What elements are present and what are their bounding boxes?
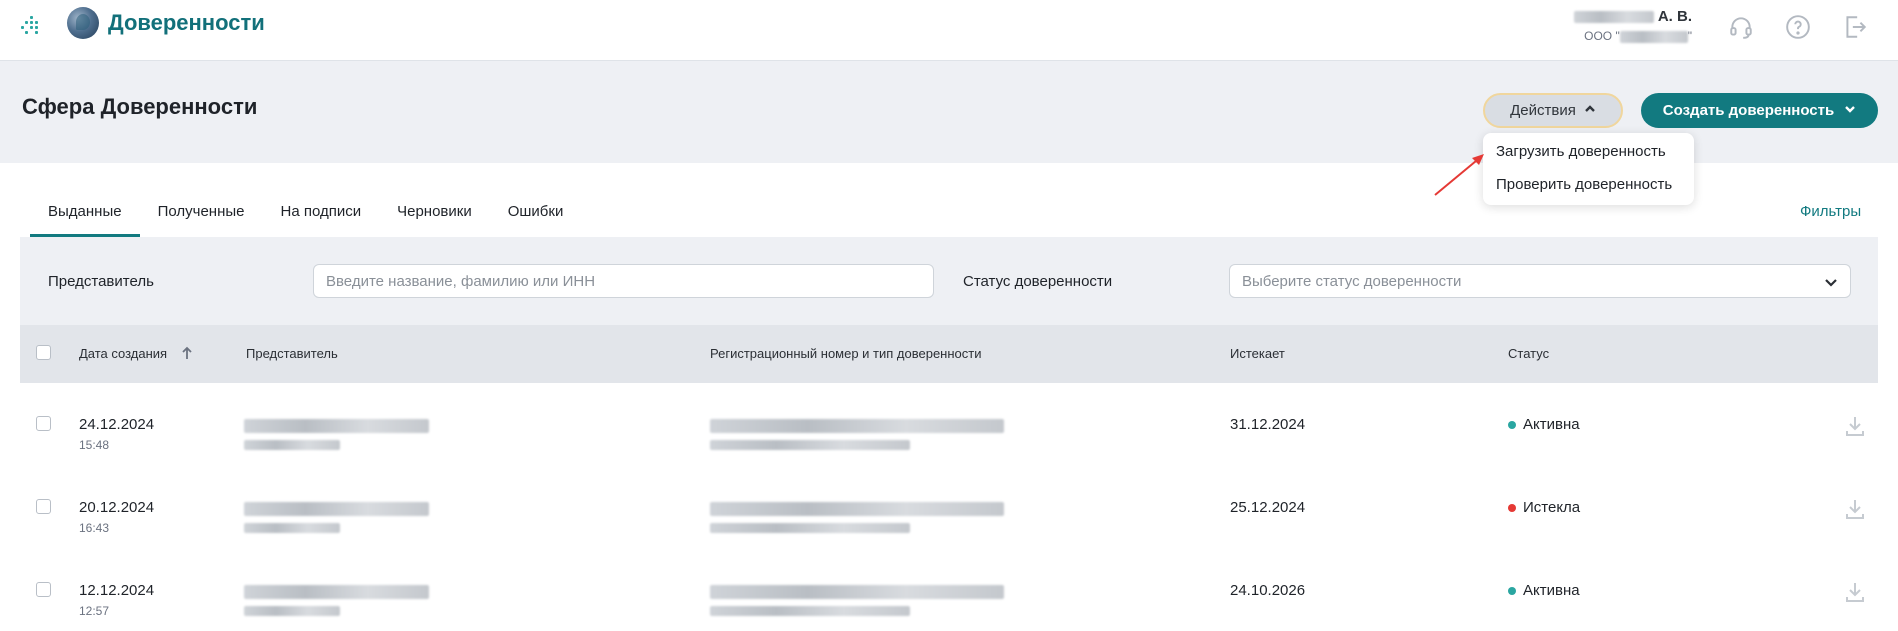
representative-redacted [244, 523, 340, 533]
representative-redacted [244, 419, 429, 433]
table-row[interactable]: 20.12.2024 16:43 25.12.2024 Истекла [20, 466, 1878, 548]
reg-number-redacted [710, 440, 910, 450]
representative-placeholder: Введите название, фамилию или ИНН [326, 273, 596, 290]
row-checkbox[interactable] [36, 582, 51, 597]
actions-dropdown-menu: Загрузить доверенность Проверить доверен… [1483, 133, 1694, 205]
user-org: ООО " " [1574, 29, 1692, 43]
tab-issued[interactable]: Выданные [30, 193, 140, 237]
status-label: Статус доверенности [963, 273, 1113, 290]
tab-errors[interactable]: Ошибки [490, 193, 582, 237]
sort-up-icon [182, 346, 192, 359]
column-header-expires: Истекает [1230, 346, 1285, 361]
column-created-label: Дата создания [79, 346, 168, 361]
filters-link[interactable]: Фильтры [1800, 203, 1861, 220]
status-placeholder: Выберите статус доверенности [1242, 273, 1462, 290]
download-icon[interactable] [1843, 414, 1867, 438]
row-time: 12:57 [79, 604, 110, 618]
help-icon[interactable] [1785, 14, 1811, 40]
column-header-representative: Представитель [246, 346, 338, 361]
row-expires: 31.12.2024 [1230, 416, 1306, 433]
select-all-checkbox[interactable] [36, 345, 51, 360]
logout-icon[interactable] [1842, 14, 1868, 40]
row-time: 16:43 [79, 521, 110, 535]
top-header: Доверенности А. В. ООО " " [0, 0, 1898, 61]
app-logo [67, 7, 99, 39]
tab-for-signing[interactable]: На подписи [262, 193, 379, 237]
status-text: Истекла [1523, 499, 1581, 516]
status-badge: Активна [1508, 582, 1580, 599]
status-dot [1508, 503, 1516, 512]
column-header-status: Статус [1508, 346, 1550, 361]
tab-received[interactable]: Полученные [140, 193, 263, 237]
create-button-label: Создать доверенность [1662, 102, 1835, 119]
table-row[interactable]: 24.12.2024 15:48 31.12.2024 Активна [20, 383, 1878, 465]
chevron-up-icon [1584, 102, 1596, 119]
annotation-arrow-icon [1434, 154, 1484, 196]
representative-redacted [244, 585, 429, 599]
user-profile[interactable]: А. В. ООО " " [1573, 8, 1692, 43]
row-date: 20.12.2024 [79, 499, 155, 516]
row-expires: 25.12.2024 [1230, 499, 1306, 516]
actions-button-label: Действия [1510, 102, 1576, 119]
chevron-down-icon [1824, 275, 1838, 293]
representative-redacted [244, 440, 340, 450]
reg-number-redacted [710, 606, 910, 616]
row-checkbox[interactable] [36, 499, 51, 514]
row-date: 24.12.2024 [79, 416, 155, 433]
representative-redacted [244, 502, 429, 516]
status-text: Активна [1523, 582, 1580, 599]
row-checkbox[interactable] [36, 416, 51, 431]
representative-search-input[interactable]: Введите название, фамилию или ИНН [313, 264, 934, 298]
page-title: Сфера Доверенности [22, 94, 258, 119]
status-dot [1508, 420, 1516, 429]
reg-number-redacted [710, 502, 1004, 516]
tab-bar: Выданные Полученные На подписи Черновики… [30, 193, 581, 237]
representative-label: Представитель [48, 273, 154, 290]
chevron-down-icon [1844, 102, 1856, 119]
create-proxy-button[interactable]: Создать доверенность [1641, 93, 1878, 128]
status-badge: Истекла [1508, 499, 1580, 516]
status-select[interactable]: Выберите статус доверенности [1229, 264, 1851, 298]
row-date: 12.12.2024 [79, 582, 155, 599]
reg-number-redacted [710, 585, 1004, 599]
user-org-prefix: ООО " [1584, 29, 1620, 43]
menu-item-verify-proxy[interactable]: Проверить доверенность [1496, 176, 1672, 193]
tab-drafts[interactable]: Черновики [379, 193, 490, 237]
table-row[interactable]: 12.12.2024 12:57 24.10.2026 Активна [20, 549, 1878, 631]
column-header-reg-number: Регистрационный номер и тип доверенности [710, 346, 982, 361]
user-name: А. В. [1573, 8, 1692, 25]
app-title: Доверенности [108, 10, 265, 35]
download-icon[interactable] [1843, 580, 1867, 604]
status-badge: Активна [1508, 416, 1580, 433]
reg-number-redacted [710, 419, 1004, 433]
download-icon[interactable] [1843, 497, 1867, 521]
row-expires: 24.10.2026 [1230, 582, 1306, 599]
user-org-suffix: " [1687, 29, 1692, 43]
headset-icon[interactable] [1728, 14, 1754, 40]
menu-item-upload-proxy[interactable]: Загрузить доверенность [1496, 143, 1666, 160]
representative-redacted [244, 606, 340, 616]
actions-button[interactable]: Действия [1483, 93, 1623, 128]
row-time: 15:48 [79, 438, 110, 452]
status-text: Активна [1523, 416, 1580, 433]
filter-panel: Представитель Введите название, фамилию … [20, 237, 1878, 325]
apps-grid-icon[interactable] [21, 16, 39, 34]
reg-number-redacted [710, 523, 910, 533]
user-initials: А. В. [1657, 8, 1692, 25]
column-header-created[interactable]: Дата создания [79, 346, 192, 361]
status-dot [1508, 586, 1516, 595]
table-header: Дата создания Представитель Регистрацион… [20, 325, 1878, 383]
